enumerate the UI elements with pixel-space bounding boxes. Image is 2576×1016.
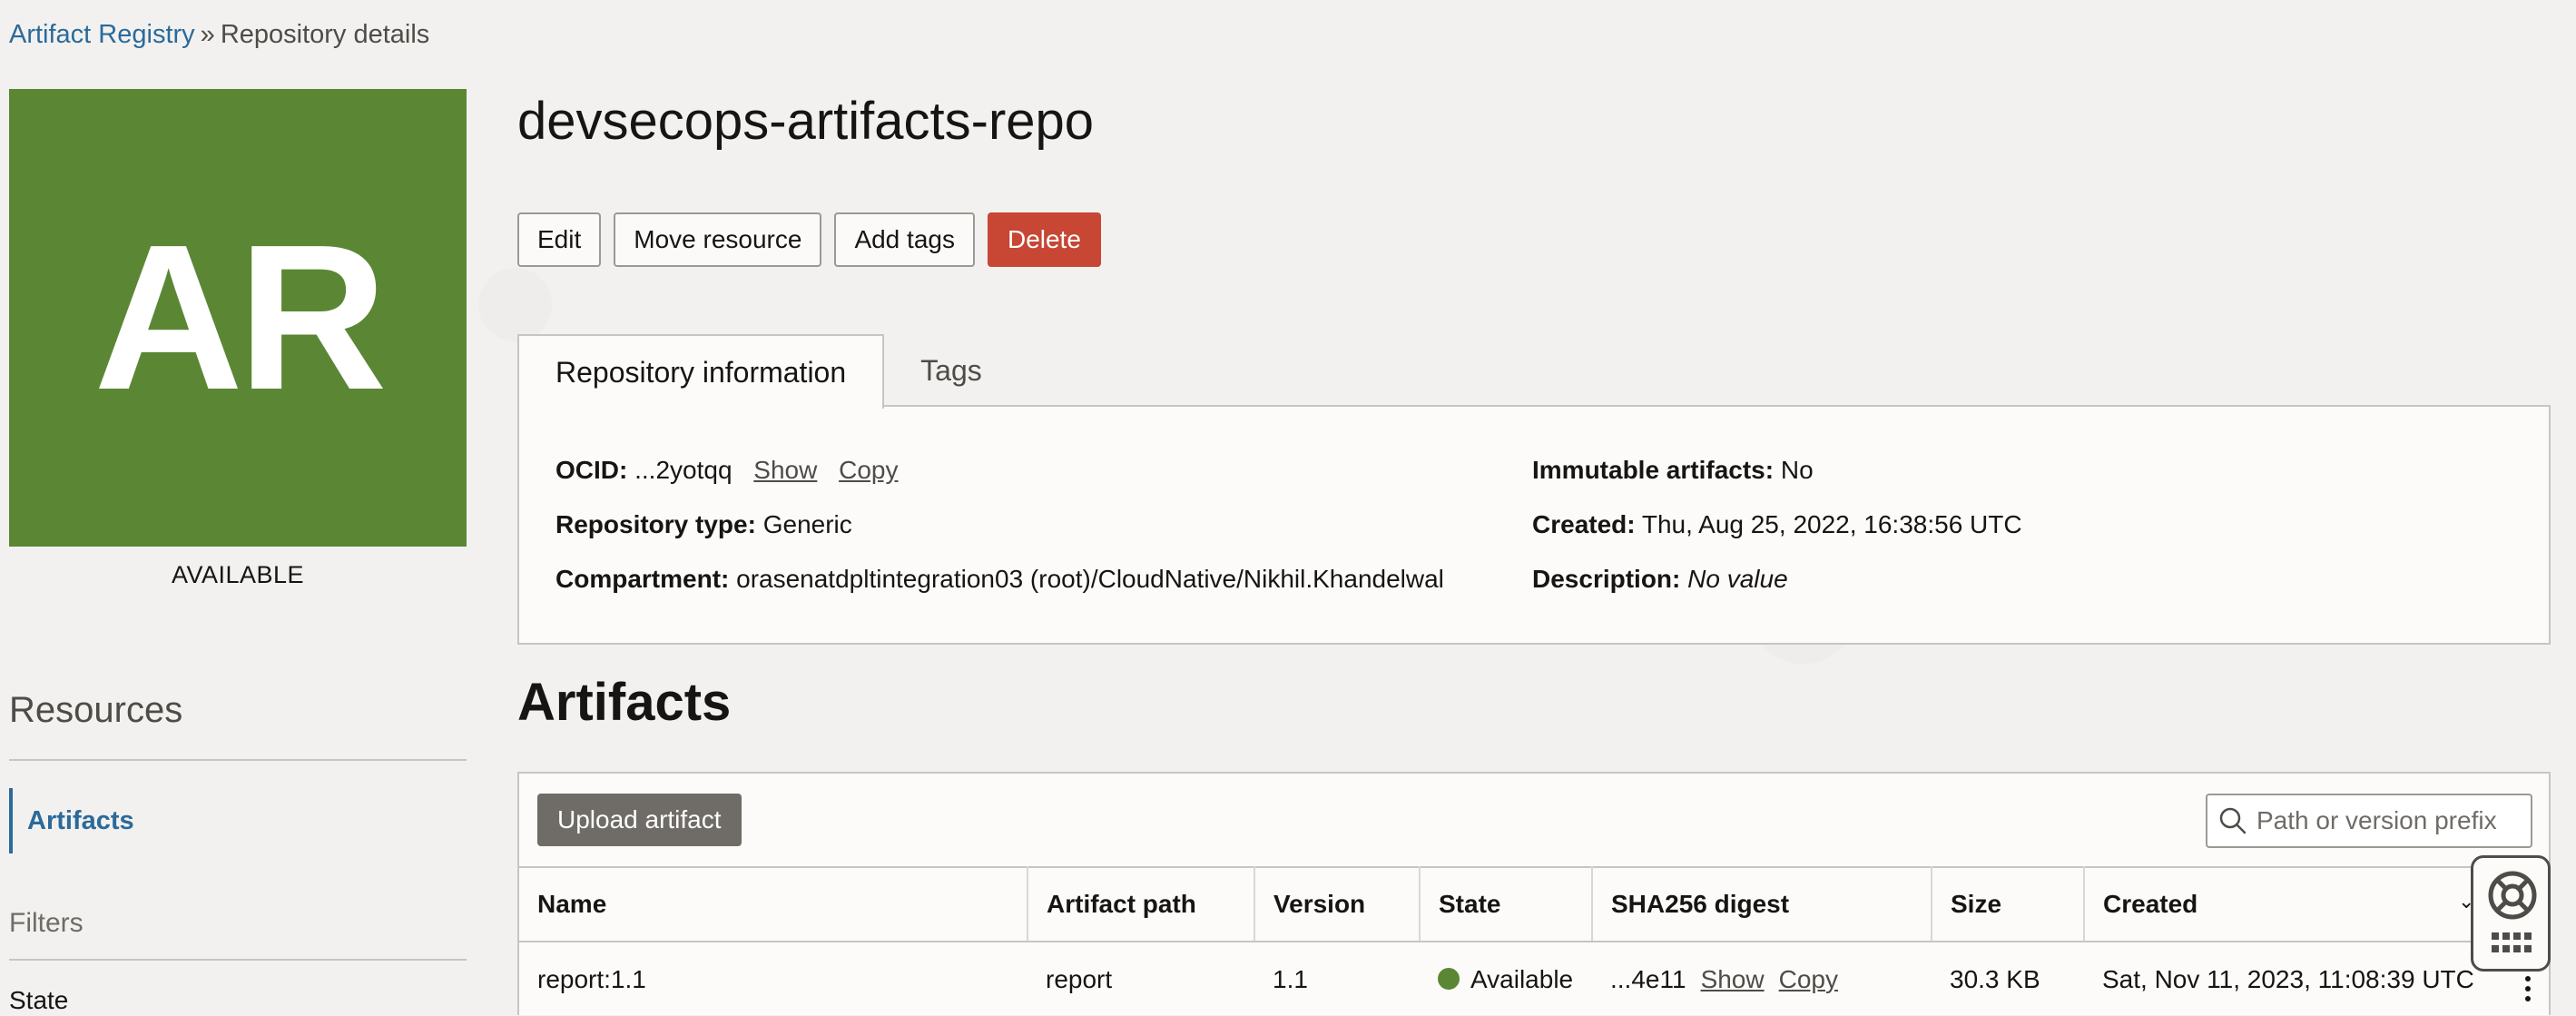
info-repository-type: Repository type: Generic (556, 508, 1444, 563)
move-resource-button[interactable]: Move resource (614, 212, 822, 267)
info-created: Created: Thu, Aug 25, 2022, 16:38:56 UTC (1532, 508, 2022, 563)
digest-copy-link[interactable]: Copy (1779, 965, 1838, 993)
repository-type-label: Repository type: (556, 510, 756, 538)
artifacts-table-panel: Upload artifact Name Artifact path Versi… (517, 772, 2551, 1015)
breadcrumb-current: Repository details (220, 20, 430, 49)
apps-grid-icon[interactable] (2492, 932, 2532, 960)
state-label: Available (1470, 964, 1574, 993)
tab-repository-information[interactable]: Repository information (517, 334, 885, 409)
cell-state: Available (1420, 942, 1592, 1016)
resources-divider (9, 759, 467, 761)
resource-avatar: AR (9, 89, 467, 547)
digest-show-link[interactable]: Show (1701, 965, 1765, 993)
artifacts-section-title: Artifacts (517, 673, 732, 732)
cell-artifact-path: report (1046, 964, 1113, 993)
column-header-artifact-path[interactable]: Artifact path (1027, 866, 1255, 942)
immutable-label: Immutable artifacts: (1532, 456, 1775, 484)
repository-info-panel: OCID: ...2yotqq Show Copy Repository typ… (517, 405, 2551, 645)
resource-status: AVAILABLE (171, 561, 305, 588)
info-column-left: OCID: ...2yotqq Show Copy Repository typ… (556, 454, 1444, 617)
breadcrumb-separator: » (200, 20, 215, 49)
artifact-search[interactable] (2206, 794, 2532, 848)
info-compartment: Compartment: orasenatdpltintegration03 (… (556, 563, 1444, 617)
edit-button[interactable]: Edit (517, 212, 602, 267)
ocid-label: OCID: (556, 456, 628, 484)
ocid-copy-link[interactable]: Copy (839, 456, 898, 484)
column-header-name[interactable]: Name (519, 866, 1028, 942)
table-row[interactable]: report:1.1 report 1.1 Available ...4e11 S… (519, 942, 2549, 1016)
info-immutable: Immutable artifacts: No (1532, 454, 2022, 508)
filter-state-label: State (9, 986, 69, 1014)
info-column-right: Immutable artifacts: No Created: Thu, Au… (1532, 454, 2022, 617)
created-value: Thu, Aug 25, 2022, 16:38:56 UTC (1641, 510, 2022, 538)
artifacts-table: Name Artifact path Version State SHA256 … (519, 866, 2549, 1016)
created-label: Created: (1532, 510, 1636, 538)
description-label: Description: (1532, 565, 1681, 593)
table-header-row: Name Artifact path Version State SHA256 … (519, 866, 2549, 942)
search-icon (2219, 807, 2247, 834)
repository-type-value: Generic (762, 510, 852, 538)
ocid-show-link[interactable]: Show (753, 456, 817, 484)
immutable-value: No (1780, 456, 1814, 484)
breadcrumb-artifact-registry-link[interactable]: Artifact Registry (9, 20, 195, 49)
info-ocid: OCID: ...2yotqq Show Copy (556, 454, 1444, 508)
add-tags-button[interactable]: Add tags (834, 212, 975, 267)
filters-divider (9, 959, 467, 961)
info-description: Description: No value (1532, 563, 2022, 617)
digest-value: ...4e11 (1610, 964, 1686, 993)
action-bar: Edit Move resource Add tags Delete (517, 212, 1101, 267)
cell-version: 1.1 (1273, 964, 1308, 993)
ocid-value: ...2yotqq (634, 456, 732, 484)
description-value: No value (1687, 565, 1788, 593)
available-status-dot (1438, 968, 1460, 991)
column-header-version[interactable]: Version (1254, 866, 1421, 942)
column-header-state[interactable]: State (1420, 866, 1593, 942)
compartment-value: orasenatdpltintegration03 (root)/CloudNa… (736, 565, 1444, 593)
cell-size: 30.3 KB (1950, 964, 2040, 993)
compartment-label: Compartment: (556, 565, 730, 593)
delete-button[interactable]: Delete (987, 212, 1101, 267)
lifebuoy-help-icon[interactable] (2486, 869, 2539, 922)
avatar-initials: AR (93, 202, 387, 433)
filters-heading: Filters (9, 908, 84, 938)
resources-heading: Resources (9, 690, 183, 730)
tab-tags[interactable]: Tags (884, 334, 1018, 407)
help-widget (2471, 855, 2551, 972)
resources-item-artifacts[interactable]: Artifacts (9, 788, 467, 853)
column-header-sha256-digest[interactable]: SHA256 digest (1592, 866, 1932, 942)
artifact-search-input[interactable] (2256, 806, 2529, 835)
upload-artifact-button[interactable]: Upload artifact (537, 794, 742, 846)
column-header-size[interactable]: Size (1932, 866, 2085, 942)
detail-tabs: Repository information Tags (517, 334, 1018, 409)
cell-sha256-digest: ...4e11 Show Copy (1592, 942, 1932, 1016)
page-title: devsecops-artifacts-repo (517, 92, 1095, 151)
breadcrumb: Artifact Registry» Repository details (9, 18, 429, 51)
cell-name: report:1.1 (537, 964, 646, 993)
